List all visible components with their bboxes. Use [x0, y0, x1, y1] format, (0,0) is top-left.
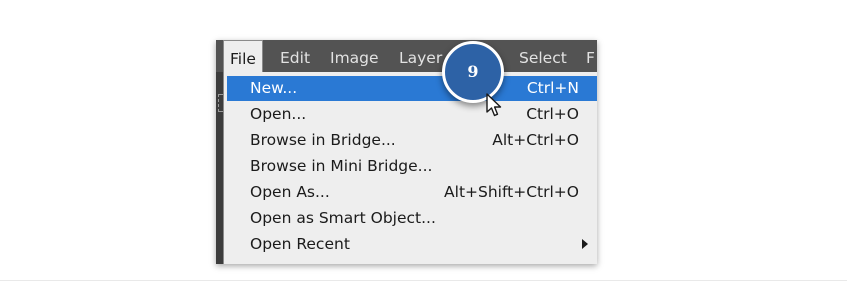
arrow-cursor-icon — [486, 93, 502, 117]
menu-item-shortcut: Ctrl+N — [526, 79, 579, 97]
menu-item-new[interactable]: New... Ctrl+N — [227, 76, 597, 101]
menu-filter[interactable]: F — [580, 40, 597, 72]
page-divider — [0, 280, 847, 281]
menu-item-open[interactable]: Open... Ctrl+O — [227, 102, 597, 127]
menu-item-label: Open... — [250, 105, 307, 123]
menu-item-browse-in-mini-bridge[interactable]: Browse in Mini Bridge... — [227, 154, 597, 179]
menu-item-shortcut: Alt+Ctrl+O — [492, 131, 579, 149]
menu-item-label: Open As... — [250, 183, 330, 201]
file-menu-dropdown: New... Ctrl+N Open... Ctrl+O Browse in B… — [223, 72, 597, 264]
menu-bar: File Edit Image Layer Select F — [216, 40, 597, 72]
menu-item-open-as-smart-object[interactable]: Open as Smart Object... — [227, 206, 597, 231]
menu-edit[interactable]: Edit — [274, 40, 316, 72]
menu-item-browse-in-bridge[interactable]: Browse in Bridge... Alt+Ctrl+O — [227, 128, 597, 153]
menu-item-label: Open as Smart Object... — [250, 209, 436, 227]
menu-item-open-as[interactable]: Open As... Alt+Shift+Ctrl+O — [227, 180, 597, 205]
photoshop-window: File Edit Image Layer Select F New... Ct… — [216, 40, 597, 264]
menu-item-label: Open Recent — [250, 235, 350, 253]
menu-image[interactable]: Image — [324, 40, 385, 72]
menu-item-open-recent[interactable]: Open Recent — [227, 232, 597, 257]
menu-item-shortcut: Ctrl+O — [526, 105, 579, 123]
menu-item-label: Browse in Mini Bridge... — [250, 157, 433, 175]
menu-item-shortcut: Alt+Shift+Ctrl+O — [444, 183, 579, 201]
menu-item-label: New... — [250, 79, 298, 97]
menu-layer[interactable]: Layer — [393, 40, 448, 72]
submenu-arrow-icon — [582, 239, 588, 249]
menu-select[interactable]: Select — [513, 40, 573, 72]
menu-item-label: Browse in Bridge... — [250, 131, 396, 149]
menu-file[interactable]: File — [223, 40, 263, 72]
